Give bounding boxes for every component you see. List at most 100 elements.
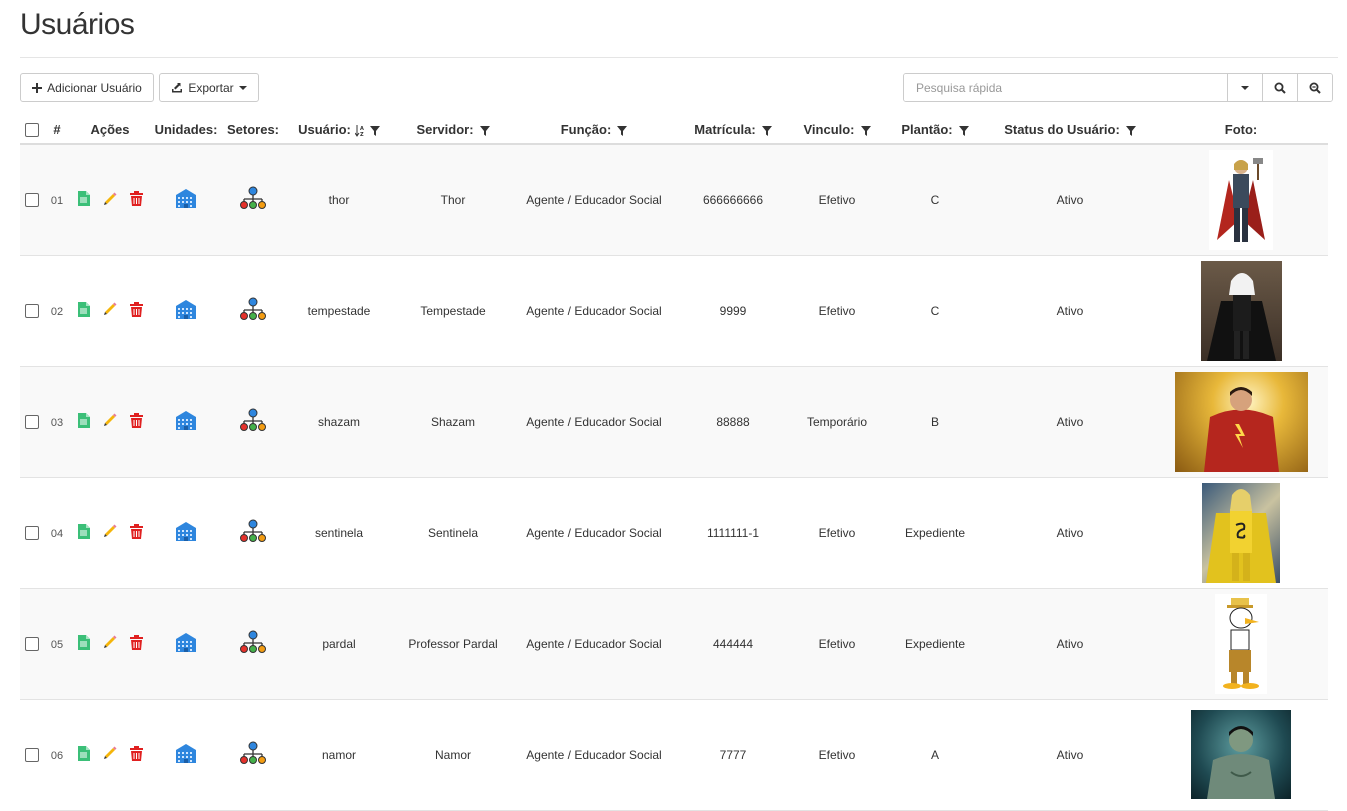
sectors-header: Setores: <box>222 116 284 145</box>
user-photo[interactable] <box>1215 593 1267 694</box>
registration-header-label: Matrícula: <box>694 122 756 137</box>
filter-icon[interactable] <box>617 125 628 136</box>
pencil-icon[interactable] <box>102 412 118 428</box>
bond-header[interactable]: Vinculo: <box>790 116 884 145</box>
row-checkbox[interactable] <box>25 636 39 651</box>
row-bond-cell: Efetivo <box>818 636 856 651</box>
pencil-icon[interactable] <box>102 301 118 317</box>
document-icon[interactable] <box>77 745 90 761</box>
pencil-icon[interactable] <box>102 523 118 539</box>
sort-alpha-icon[interactable]: AZ <box>354 124 364 137</box>
row-function-cell: Agente / Educador Social <box>526 636 662 651</box>
registration-header[interactable]: Matrícula: <box>676 116 790 145</box>
user-photo[interactable] <box>1174 371 1308 472</box>
building-icon[interactable] <box>175 743 197 763</box>
row-user-cell: sentinela <box>314 525 364 540</box>
row-photo-cell <box>1154 255 1328 366</box>
document-icon[interactable] <box>77 523 90 539</box>
building-icon[interactable] <box>175 410 197 430</box>
pencil-icon[interactable] <box>102 191 118 207</box>
row-status-cell: Ativo <box>1056 525 1084 540</box>
org-chart-icon[interactable] <box>240 519 266 543</box>
row-select-cell <box>20 588 44 699</box>
add-user-button[interactable]: Adicionar Usuário <box>20 73 154 102</box>
row-registration-cell: 1111111-1 <box>706 525 760 540</box>
trash-icon[interactable] <box>130 523 143 539</box>
chevron-down-icon <box>1241 85 1249 90</box>
function-header[interactable]: Função: <box>512 116 676 145</box>
building-icon[interactable] <box>175 632 197 652</box>
row-photo-cell <box>1154 144 1328 255</box>
user-header[interactable]: Usuário: A Z <box>284 116 394 145</box>
row-shift-cell: A <box>930 747 939 762</box>
row-registration-cell: 9999 <box>719 303 747 318</box>
row-sectors-cell <box>222 255 284 366</box>
org-chart-icon[interactable] <box>240 408 266 432</box>
user-photo[interactable] <box>1202 482 1280 583</box>
row-checkbox[interactable] <box>25 414 39 429</box>
building-icon[interactable] <box>175 299 197 319</box>
select-all-checkbox[interactable] <box>25 123 39 138</box>
org-chart-icon[interactable] <box>240 186 266 210</box>
org-chart-icon[interactable] <box>240 297 266 321</box>
org-chart-icon[interactable] <box>240 741 266 765</box>
filter-icon[interactable] <box>958 125 969 136</box>
trash-icon[interactable] <box>130 634 143 650</box>
row-units-cell <box>150 477 222 588</box>
row-registration-cell: 88888 <box>716 414 750 429</box>
org-chart-icon[interactable] <box>240 630 266 654</box>
row-registration-cell: 444444 <box>712 636 754 651</box>
row-num-cell: 05 <box>44 588 70 699</box>
plus-icon <box>32 82 43 93</box>
search-input[interactable] <box>904 74 1227 101</box>
row-photo-cell <box>1154 366 1328 477</box>
status-header[interactable]: Status do Usuário: <box>986 116 1154 145</box>
building-icon[interactable] <box>175 188 197 209</box>
trash-icon[interactable] <box>130 191 143 206</box>
document-icon[interactable] <box>77 634 90 650</box>
row-bond-cell: Efetivo <box>818 192 856 207</box>
search-group <box>903 73 1333 102</box>
row-select-cell <box>20 144 44 255</box>
row-units-cell <box>150 255 222 366</box>
trash-icon[interactable] <box>130 745 143 761</box>
row-photo-cell <box>1154 477 1328 588</box>
row-num-cell: 03 <box>44 366 70 477</box>
pencil-icon[interactable] <box>102 634 118 650</box>
export-button[interactable]: Exportar <box>159 73 259 102</box>
advanced-search-button[interactable] <box>1297 74 1332 101</box>
trash-icon[interactable] <box>130 412 143 428</box>
document-icon[interactable] <box>77 191 90 206</box>
row-shift-cell: C <box>930 192 940 207</box>
row-status-cell: Ativo <box>1056 636 1084 651</box>
row-actions-cell <box>70 699 150 810</box>
row-checkbox[interactable] <box>25 747 39 762</box>
trash-icon[interactable] <box>130 301 143 317</box>
row-checkbox[interactable] <box>25 193 39 208</box>
document-icon[interactable] <box>77 412 90 428</box>
user-photo[interactable] <box>1200 260 1282 361</box>
row-checkbox[interactable] <box>25 525 39 540</box>
pencil-icon[interactable] <box>102 745 118 761</box>
filter-icon[interactable] <box>479 125 490 136</box>
filter-icon[interactable] <box>369 125 380 136</box>
search-button[interactable] <box>1262 74 1297 101</box>
select-all-header <box>20 116 44 145</box>
filter-icon[interactable] <box>761 125 772 136</box>
shift-header[interactable]: Plantão: <box>884 116 986 145</box>
row-function-cell: Agente / Educador Social <box>526 747 662 762</box>
user-photo[interactable] <box>1209 149 1273 250</box>
row-photo-cell <box>1154 588 1328 699</box>
status-header-label: Status do Usuário: <box>1004 122 1120 137</box>
filter-icon[interactable] <box>860 125 871 136</box>
table-row: 01 thor Thor Agente / Educador Social 66… <box>20 144 1328 255</box>
row-checkbox[interactable] <box>25 303 39 318</box>
user-photo[interactable] <box>1191 710 1291 799</box>
building-icon[interactable] <box>175 521 197 541</box>
document-icon[interactable] <box>77 301 90 317</box>
server-header[interactable]: Servidor: <box>394 116 512 145</box>
filter-icon[interactable] <box>1125 125 1136 136</box>
page-title: Usuários <box>20 8 135 41</box>
search-options-button[interactable] <box>1227 74 1262 101</box>
row-user-cell: shazam <box>317 414 361 429</box>
